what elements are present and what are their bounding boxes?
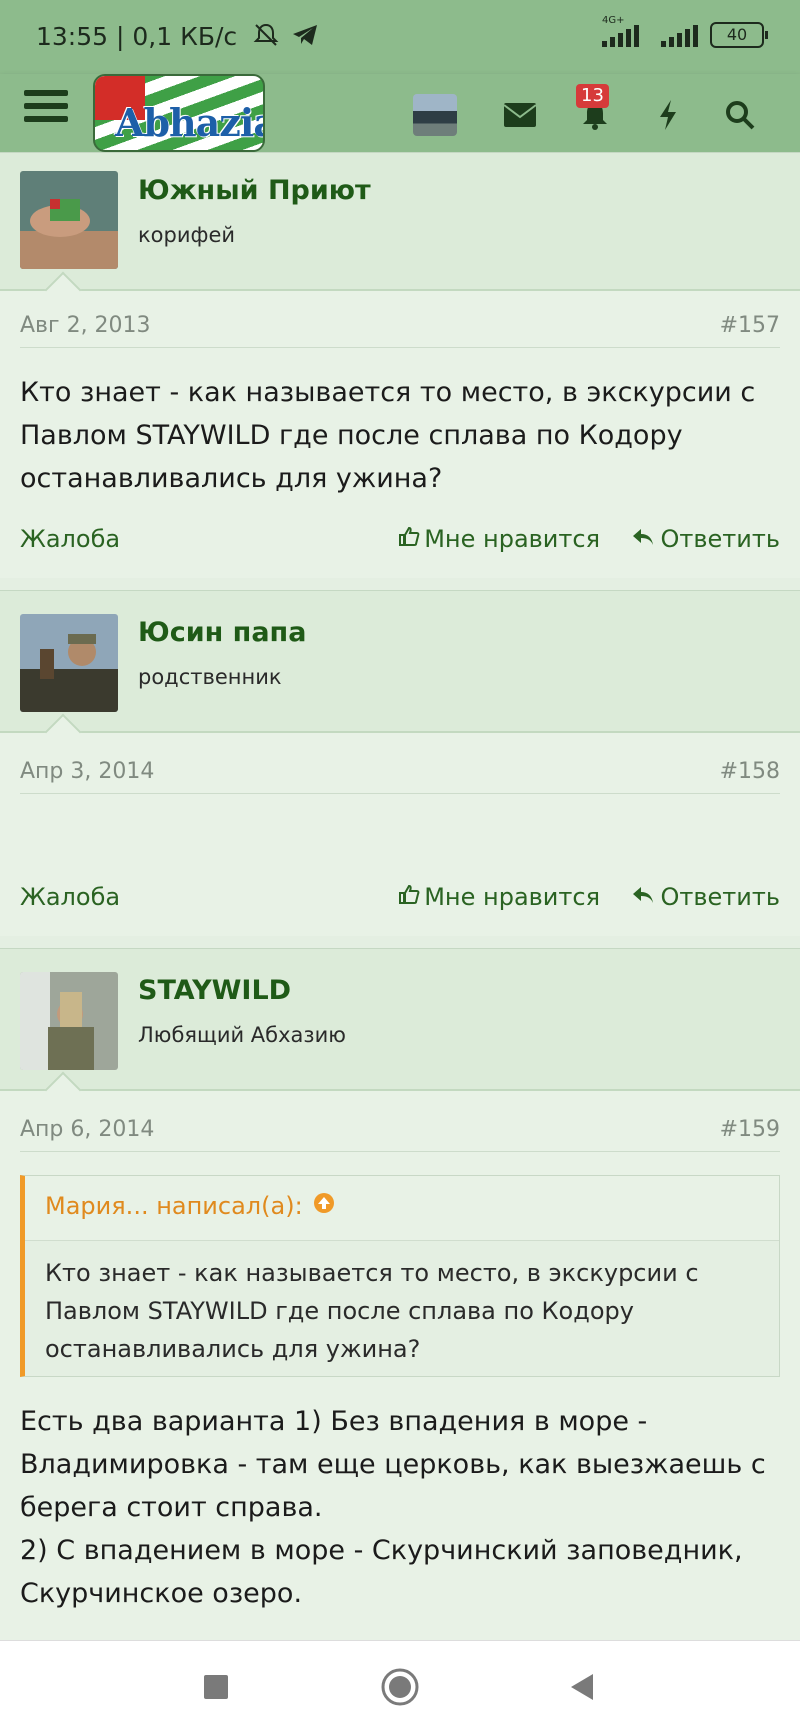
- reply-button[interactable]: Ответить: [631, 883, 780, 911]
- header-icons: 13: [410, 84, 790, 142]
- pointer-arrow: [44, 1071, 82, 1109]
- home-icon[interactable]: [380, 1667, 420, 1707]
- quote-block: Мария... написал(а): Кто знает - как наз…: [20, 1175, 780, 1377]
- logo-text: Abhazia: [115, 100, 265, 145]
- lightning-icon[interactable]: [643, 90, 693, 140]
- menu-icon[interactable]: [24, 90, 68, 134]
- post-date[interactable]: Апр 3, 2014: [20, 759, 154, 784]
- post-message: Есть два варианта 1) Без впадения в море…: [20, 1400, 780, 1615]
- reply-icon: [631, 525, 655, 553]
- user-title: родственник: [138, 665, 282, 689]
- avatar[interactable]: [20, 171, 118, 269]
- post-date[interactable]: Авг 2, 2013: [20, 313, 151, 338]
- post-actions: Жалоба Мне нравится Ответить: [20, 883, 780, 923]
- username[interactable]: Южный Приют: [138, 175, 371, 206]
- reply-label: Ответить: [660, 525, 780, 553]
- arrow-up-circle-icon[interactable]: [313, 1192, 335, 1220]
- username[interactable]: STAYWILD: [138, 975, 291, 1006]
- telegram-icon: [291, 22, 319, 54]
- user-avatar-button[interactable]: [410, 90, 460, 140]
- forum-header: Abhazia 13: [0, 74, 800, 152]
- reply-icon: [631, 883, 655, 911]
- like-label: Мне нравится: [424, 525, 600, 553]
- thumbs-up-icon: [398, 525, 420, 553]
- status-bar: 13:55 | 0,1 КБ/с 4G+ 40: [0, 0, 800, 74]
- avatar[interactable]: [20, 972, 118, 1070]
- mail-icon[interactable]: [495, 90, 545, 140]
- status-time: 13:55 | 0,1 КБ/с: [36, 22, 319, 54]
- post-number[interactable]: #159: [720, 1117, 780, 1142]
- post-user-block: Южный Приют корифей: [0, 153, 800, 309]
- like-button[interactable]: Мне нравится: [398, 883, 600, 911]
- user-title: корифей: [138, 223, 236, 247]
- android-nav-bar: [0, 1640, 800, 1733]
- post-date[interactable]: Апр 6, 2014: [20, 1117, 154, 1142]
- post-actions: Жалоба Мне нравится Ответить: [20, 525, 780, 565]
- alerts-bell-icon[interactable]: 13: [570, 84, 620, 140]
- reply-label: Ответить: [660, 883, 780, 911]
- post-meta: Апр 3, 2014 #158: [20, 753, 780, 794]
- report-button[interactable]: Жалоба: [20, 883, 120, 911]
- avatar: [413, 94, 457, 136]
- reply-button[interactable]: Ответить: [631, 525, 780, 553]
- post-user-block: STAYWILD Любящий Абхазию: [0, 949, 800, 1109]
- like-label: Мне нравится: [424, 883, 600, 911]
- battery-icon: 40: [710, 22, 768, 48]
- pointer-arrow: [44, 713, 82, 751]
- username[interactable]: Юсин папа: [138, 617, 306, 648]
- quote-author-label: Мария... написал(а):: [45, 1192, 303, 1220]
- status-right: 4G+ 40: [602, 15, 768, 48]
- quote-author[interactable]: Мария... написал(а):: [45, 1192, 335, 1220]
- mute-bell-icon: [253, 22, 279, 54]
- post-158: Юсин папа родственник Апр 3, 2014 #158 Ж…: [0, 590, 800, 936]
- post-number[interactable]: #158: [720, 759, 780, 784]
- user-title: Любящий Абхазию: [138, 1023, 346, 1047]
- post-meta: Авг 2, 2013 #157: [20, 307, 780, 348]
- signal-4g-icon: 4G+: [602, 15, 639, 47]
- post-number[interactable]: #157: [720, 313, 780, 338]
- post-157: Южный Приют корифей Авг 2, 2013 #157 Кто…: [0, 152, 800, 578]
- post-message: Кто знает - как называется то место, в э…: [20, 377, 756, 494]
- signal-icon: [661, 23, 698, 47]
- report-button[interactable]: Жалоба: [20, 525, 120, 553]
- avatar[interactable]: [20, 614, 118, 712]
- post-user-block: Юсин папа родственник: [0, 591, 800, 751]
- quote-text: Кто знает - как называется то место, в э…: [45, 1259, 699, 1363]
- notification-badge: 13: [576, 84, 609, 108]
- recents-icon[interactable]: [196, 1667, 236, 1707]
- status-time-text: 13:55 | 0,1 КБ/с: [36, 22, 238, 51]
- network-label: 4G+: [602, 15, 625, 26]
- message-line-1: Есть два варианта 1) Без впадения в море…: [20, 1406, 766, 1523]
- pointer-arrow: [44, 271, 82, 309]
- site-logo[interactable]: Abhazia: [93, 74, 265, 152]
- thumbs-up-icon: [398, 883, 420, 911]
- back-icon[interactable]: [562, 1667, 602, 1707]
- message-line-2: 2) С впадением в море - Скурчинский запо…: [20, 1535, 743, 1609]
- quote-header: Мария... написал(а):: [25, 1176, 779, 1241]
- like-button[interactable]: Мне нравится: [398, 525, 600, 553]
- battery-level: 40: [726, 25, 748, 44]
- post-meta: Апр 6, 2014 #159: [20, 1111, 780, 1152]
- search-icon[interactable]: [715, 90, 765, 140]
